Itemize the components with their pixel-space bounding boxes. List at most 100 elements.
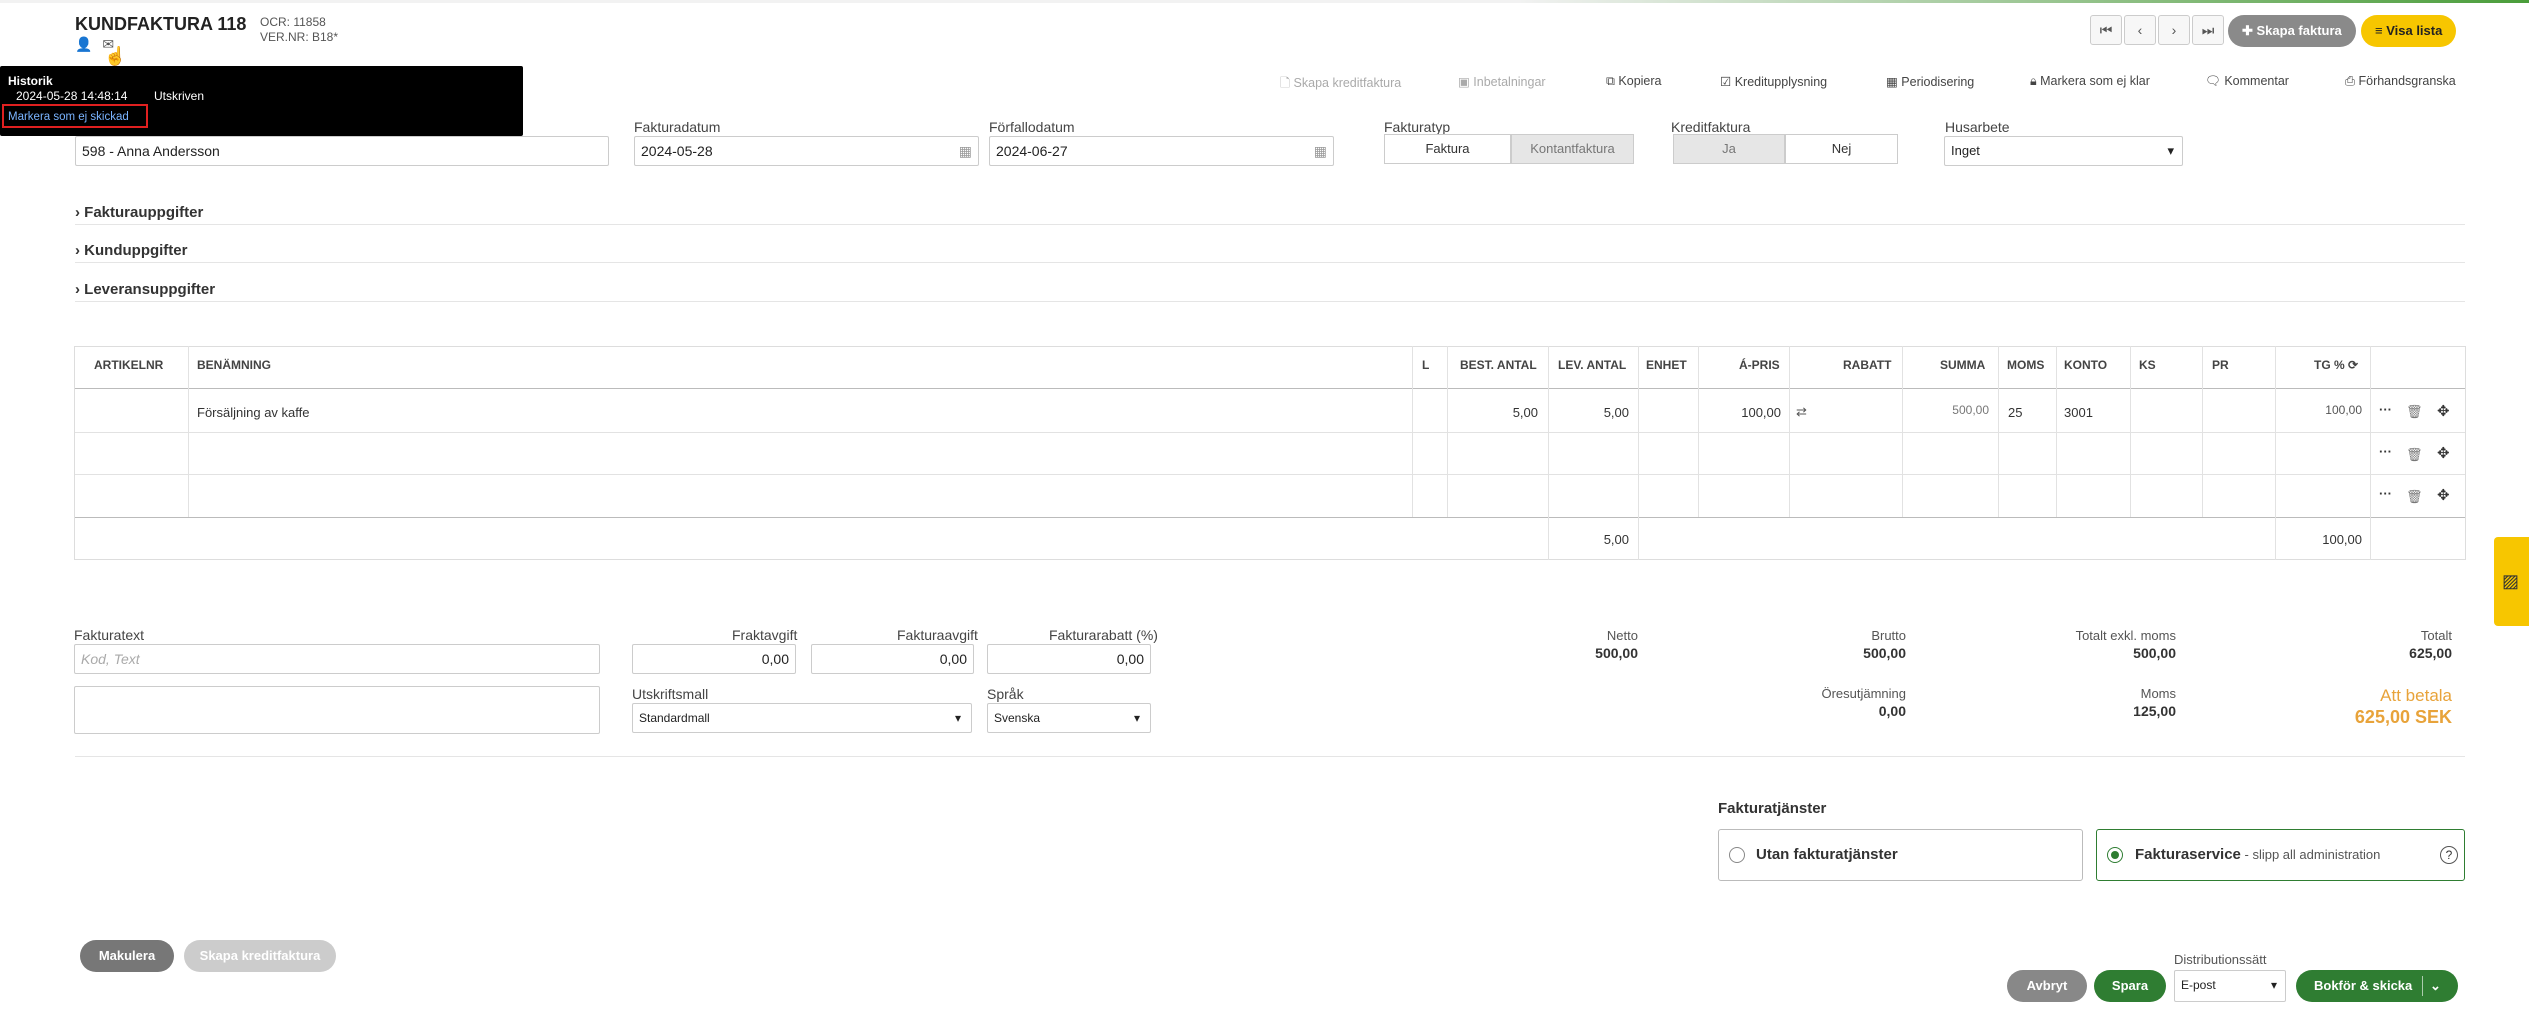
tooltip-status: Utskriven — [154, 89, 205, 103]
row1-price[interactable]: 100,00 — [1700, 405, 1781, 420]
row1-sum: 500,00 — [1952, 403, 1989, 417]
move-icon[interactable]: ✥ — [2437, 402, 2450, 420]
table-row-line — [75, 432, 2465, 433]
credit-yes-option[interactable]: Ja — [1673, 134, 1785, 164]
last-invoice-button[interactable]: ⏭ — [2192, 15, 2224, 45]
distribution-select[interactable]: E-post ▾ — [2174, 970, 2286, 1002]
help-icon[interactable]: ? — [2440, 846, 2458, 864]
row1-lev[interactable]: 5,00 — [1555, 405, 1629, 420]
row1-vat[interactable]: 25 — [2008, 405, 2022, 420]
cancel-invoice-button[interactable]: Makulera — [80, 940, 174, 972]
type-invoice-option[interactable]: Faktura — [1384, 134, 1511, 164]
abort-button[interactable]: Avbryt — [2007, 970, 2087, 1002]
mark-not-ready-link[interactable]: 🔒︎ Markera som ej klar — [2030, 74, 2150, 89]
template-select[interactable]: Standardmall ▾ — [632, 703, 972, 733]
copy-icon: ⧉ — [1606, 74, 1619, 88]
mark-not-sent-link[interactable]: Markera som ej skickad — [8, 111, 129, 123]
more-icon[interactable]: ··· — [2379, 444, 2392, 459]
row1-name[interactable]: Försäljning av kaffe — [197, 405, 310, 420]
top-accent-line — [0, 0, 2529, 3]
type-cash-option[interactable]: Kontantfaktura — [1511, 134, 1634, 164]
col-divider — [2370, 346, 2371, 560]
divider — [75, 756, 2465, 757]
move-icon[interactable]: ✥ — [2437, 486, 2450, 504]
book-send-button[interactable]: Bokför & skicka ⌄ — [2296, 970, 2458, 1002]
to-pay-label: Att betala — [2380, 686, 2452, 705]
invoice-service-option[interactable]: Fakturaservice - slipp all administratio… — [2096, 829, 2465, 881]
freight-field[interactable]: 0,00 — [632, 644, 796, 674]
house-work-select[interactable]: Inget ▾ — [1944, 136, 2183, 166]
save-button[interactable]: Spara — [2094, 970, 2166, 1002]
create-credit-button[interactable]: Skapa kreditfaktura — [184, 940, 336, 972]
excl-vat-label: Totalt exkl. moms — [2075, 628, 2176, 643]
table-row-line — [75, 474, 2465, 475]
credit-info-link[interactable]: ☑ Kreditupplysning — [1720, 74, 1827, 89]
section-customer-details[interactable]: › Kunduppgifter — [75, 242, 187, 259]
ocr-number: OCR: 11858 — [260, 15, 326, 29]
invoice-rows-table — [74, 346, 2466, 560]
prev-invoice-button[interactable]: ‹ — [2124, 15, 2156, 45]
chevron-down-icon[interactable]: ⌄ — [2430, 970, 2441, 1002]
show-list-button[interactable]: ≡ Visa lista — [2361, 15, 2457, 47]
fee-label: Fakturaavgift — [897, 627, 978, 643]
tooltip-timestamp: 2024-05-28 14:48:14 — [16, 89, 128, 103]
invoice-text-area[interactable] — [74, 686, 600, 734]
customer-field[interactable]: 598 - Anna Andersson — [75, 136, 609, 166]
more-icon[interactable]: ··· — [2379, 486, 2392, 501]
payments-link[interactable]: ▣ Inbetalningar — [1458, 74, 1546, 89]
radio-unselected[interactable] — [1729, 847, 1745, 863]
move-icon[interactable]: ✥ — [2437, 444, 2450, 462]
chevron-down-icon: ▾ — [2167, 143, 2174, 158]
total-value: 625,00 — [2409, 645, 2452, 661]
tooltip-title: Historik — [8, 74, 53, 88]
row1-best[interactable]: 5,00 — [1460, 405, 1538, 420]
no-service-option[interactable]: Utan fakturatjänster — [1718, 829, 2083, 881]
fee-field[interactable]: 0,00 — [811, 644, 974, 674]
trash-icon[interactable]: 🗑︎ — [2406, 404, 2423, 420]
invoice-text-label: Fakturatext — [74, 627, 145, 643]
radio-selected[interactable] — [2107, 847, 2123, 863]
calendar-icon: ▦ — [1886, 75, 1902, 89]
money-icon: ▣ — [1458, 75, 1474, 89]
create-invoice-button[interactable]: ✚ Skapa faktura — [2228, 15, 2356, 47]
invoice-text-code-field[interactable]: Kod, Text — [74, 644, 600, 674]
side-image-tab[interactable]: ▨ — [2494, 537, 2529, 626]
trash-icon[interactable]: 🗑︎ — [2406, 489, 2423, 505]
accrual-link[interactable]: ▦ Periodisering — [1886, 74, 1974, 89]
trash-icon[interactable]: 🗑︎ — [2406, 447, 2423, 463]
credit-no-option[interactable]: Nej — [1785, 134, 1898, 164]
next-invoice-button[interactable]: › — [2158, 15, 2190, 45]
invoice-meta: OCR: 11858 VER.NR: B18* — [260, 15, 338, 45]
discount-type-icon[interactable]: ⇄ — [1796, 404, 1807, 420]
row1-account[interactable]: 3001 — [2064, 405, 2093, 420]
invoice-date-field[interactable]: 2024-05-28 ▦ — [634, 136, 979, 166]
refresh-icon[interactable]: ⟳ — [2348, 358, 2358, 372]
person-icon[interactable]: 👤 — [75, 36, 92, 52]
due-date-field[interactable]: 2024-06-27 ▦ — [989, 136, 1334, 166]
discount-field[interactable]: 0,00 — [987, 644, 1151, 674]
col-lev: LEV. ANTAL — [1558, 358, 1627, 372]
due-date-label: Förfallodatum — [989, 119, 1075, 135]
calendar-icon[interactable]: ▦ — [959, 137, 972, 165]
footer-lev-total: 5,00 — [1603, 532, 1629, 547]
first-invoice-button[interactable]: ⏮ — [2090, 15, 2122, 45]
create-credit-link[interactable]: 🗋 Skapa kreditfaktura — [1280, 74, 1401, 95]
excl-vat-value: 500,00 — [2133, 645, 2176, 661]
rounding-value: 0,00 — [1878, 703, 1906, 719]
section-delivery-details[interactable]: › Leveransuppgifter — [75, 281, 215, 298]
more-icon[interactable]: ··· — [2379, 402, 2392, 417]
col-pr: PR — [2212, 358, 2229, 372]
col-divider — [1902, 346, 1903, 517]
chevron-right-icon: › — [75, 242, 85, 259]
copy-link[interactable]: ⧉ Kopiera — [1606, 74, 1662, 89]
language-select[interactable]: Svenska ▾ — [987, 703, 1151, 733]
col-ks: KS — [2139, 358, 2156, 372]
comment-icon: 🗨 — [2205, 74, 2225, 88]
preview-link[interactable]: ⎙ Förhandsgranska — [2345, 74, 2456, 89]
calendar-icon[interactable]: ▦ — [1314, 137, 1327, 165]
comment-link[interactable]: 🗨 Kommentar — [2205, 74, 2289, 89]
col-tg: TG % ⟳ — [2314, 358, 2359, 372]
vat-label: Moms — [2140, 686, 2176, 701]
netto-value: 500,00 — [1595, 645, 1638, 661]
section-invoice-details[interactable]: › Fakturauppgifter — [75, 204, 203, 221]
